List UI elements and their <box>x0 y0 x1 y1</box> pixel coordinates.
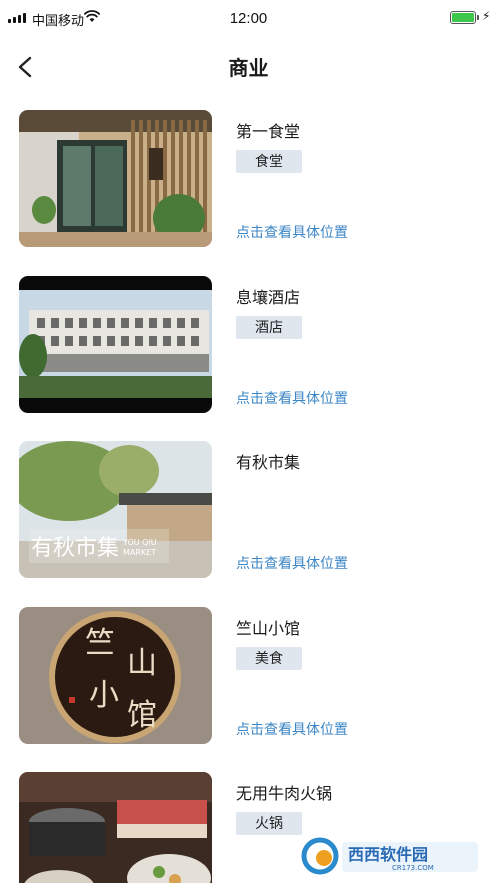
watermark-logo: 西西软件园 CR173.COM <box>300 836 480 876</box>
view-location-link[interactable]: 点击查看具体位置 <box>236 553 348 573</box>
place-name: 第一食堂 <box>236 124 301 141</box>
market-photo: 有秋市集 YOU QIU MARKET <box>19 441 212 578</box>
list-item[interactable]: 有秋市集 YOU QIU MARKET 有秋市集 点击查看具体位置 <box>0 429 497 579</box>
svg-text:有秋市集: 有秋市集 <box>31 536 119 561</box>
svg-text:小: 小 <box>89 678 119 713</box>
svg-text:MARKET: MARKET <box>123 548 156 557</box>
charging-icon: ⚡ <box>482 9 491 23</box>
category-tag: 酒店 <box>236 316 302 339</box>
page-title: 商业 <box>228 58 269 80</box>
category-tag: 食堂 <box>236 150 302 173</box>
battery-icon <box>450 11 476 24</box>
svg-text:YOU QIU: YOU QIU <box>122 538 157 547</box>
place-photo[interactable]: 竺 山 小 馆 <box>19 607 212 744</box>
svg-text:CR173.COM: CR173.COM <box>392 864 434 872</box>
nav-bar: 商业 <box>0 36 497 98</box>
place-name: 有秋市集 <box>236 455 301 472</box>
place-photo[interactable] <box>19 110 212 247</box>
place-photo[interactable] <box>19 276 212 413</box>
list-item[interactable]: 第一食堂 食堂 点击查看具体位置 <box>0 98 497 248</box>
svg-text:西西软件园: 西西软件园 <box>348 845 428 864</box>
view-location-link[interactable]: 点击查看具体位置 <box>236 388 348 408</box>
list-item[interactable]: 竺 山 小 馆 竺山小馆 美食 点击查看具体位置 <box>0 595 497 745</box>
svg-text:馆: 馆 <box>127 698 157 733</box>
place-photo[interactable] <box>19 772 212 883</box>
list-item[interactable]: 息壤酒店 酒店 点击查看具体位置 <box>0 264 497 414</box>
hotpot-photo <box>19 772 212 883</box>
category-tag: 美食 <box>236 647 302 670</box>
restaurant-photo: 竺 山 小 馆 <box>19 607 212 744</box>
place-photo[interactable]: 有秋市集 YOU QIU MARKET <box>19 441 212 578</box>
svg-text:竺: 竺 <box>85 626 115 661</box>
place-name: 竺山小馆 <box>236 621 301 638</box>
canteen-photo <box>19 110 212 247</box>
battery-tip <box>477 15 479 20</box>
category-tag: 火锅 <box>236 812 302 835</box>
status-bar: 中国移动 12:00 ⚡ <box>0 0 497 36</box>
svg-text:山: 山 <box>127 646 157 681</box>
place-name: 息壤酒店 <box>236 290 301 307</box>
battery-level <box>452 13 474 22</box>
status-time: 12:00 <box>229 10 268 27</box>
view-location-link[interactable]: 点击查看具体位置 <box>236 222 348 242</box>
view-location-link[interactable]: 点击查看具体位置 <box>236 719 348 739</box>
place-name: 无用牛肉火锅 <box>236 786 333 803</box>
hotel-photo <box>19 276 212 413</box>
